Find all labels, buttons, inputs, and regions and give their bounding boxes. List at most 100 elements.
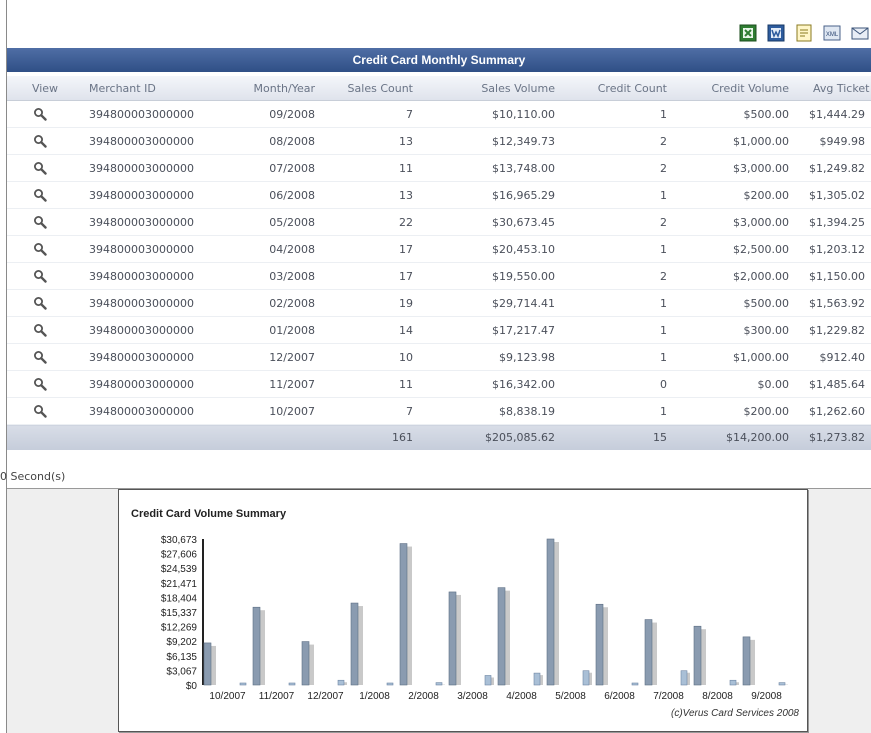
sales-volume-bar xyxy=(448,591,457,686)
table-row: 394800003000000 08/2008 13 $12,349.73 2 $1,00… xyxy=(7,127,871,155)
col-header-avg-ticket[interactable]: Avg Ticket xyxy=(795,76,871,101)
month-year-cell: 10/2007 xyxy=(223,397,321,425)
credit-count-cell: 2 xyxy=(561,262,673,290)
volume-chart: Credit Card Volume Summary $30,673 $27,60… xyxy=(118,489,808,732)
sales-count-cell: 11 xyxy=(321,370,419,398)
magnifier-icon[interactable] xyxy=(33,134,47,148)
sales-volume-cell: $9,123.98 xyxy=(419,343,561,371)
month-year-cell: 08/2008 xyxy=(223,127,321,155)
y-tick-label: $3,067 xyxy=(166,666,197,677)
x-tick-label: 5/2008 xyxy=(555,691,586,702)
total-credit-count: 15 xyxy=(561,424,673,450)
sales-count-cell: 7 xyxy=(321,397,419,425)
credit-volume-cell: $3,000.00 xyxy=(673,208,795,236)
col-header-sales-count[interactable]: Sales Count xyxy=(321,76,419,101)
merchant-id-cell: 394800003000000 xyxy=(83,397,223,425)
y-tick-label: $24,539 xyxy=(161,564,198,575)
magnifier-icon[interactable] xyxy=(33,161,47,175)
x-tick-label: 9/2008 xyxy=(751,691,782,702)
table-row: 394800003000000 05/2008 22 $30,673.45 2 $3,00… xyxy=(7,208,871,236)
magnifier-icon[interactable] xyxy=(33,296,47,310)
view-cell xyxy=(7,100,83,128)
x-tick-label: 4/2008 xyxy=(506,691,537,702)
sales-volume-cell: $20,453.10 xyxy=(419,235,561,263)
sales-volume-cell: $8,838.19 xyxy=(419,397,561,425)
merchant-id-cell: 394800003000000 xyxy=(83,154,223,182)
x-tick-label: 8/2008 xyxy=(702,691,733,702)
sales-count-cell: 7 xyxy=(321,100,419,128)
total-avg-ticket: $1,273.82 xyxy=(795,424,871,450)
merchant-id-cell: 394800003000000 xyxy=(83,235,223,263)
avg-ticket-cell: $1,563.92 xyxy=(795,289,871,317)
view-cell xyxy=(7,154,83,182)
credit-count-cell: 1 xyxy=(561,397,673,425)
col-header-credit-volume[interactable]: Credit Volume xyxy=(673,76,795,101)
sales-volume-bar xyxy=(399,543,408,686)
email-icon[interactable] xyxy=(849,22,871,44)
sales-volume-cell: $10,110.00 xyxy=(419,100,561,128)
credit-volume-cell: $1,000.00 xyxy=(673,127,795,155)
col-header-sales-volume[interactable]: Sales Volume xyxy=(419,76,561,101)
magnifier-icon[interactable] xyxy=(33,323,47,337)
month-year-cell: 11/2007 xyxy=(223,370,321,398)
magnifier-icon[interactable] xyxy=(33,269,47,283)
sales-count-cell: 13 xyxy=(321,127,419,155)
y-tick-label: $18,404 xyxy=(161,593,198,604)
avg-ticket-cell: $1,150.00 xyxy=(795,262,871,290)
excel-icon[interactable] xyxy=(737,22,759,44)
sales-volume-bar xyxy=(203,642,212,686)
merchant-id-cell: 394800003000000 xyxy=(83,289,223,317)
x-tick-label: 6/2008 xyxy=(604,691,635,702)
y-tick-label: $27,606 xyxy=(161,550,198,561)
sales-volume-bar xyxy=(497,587,506,686)
xml-icon[interactable]: XML xyxy=(821,22,843,44)
word-icon[interactable] xyxy=(765,22,787,44)
magnifier-icon[interactable] xyxy=(33,404,47,418)
avg-ticket-cell: $1,394.25 xyxy=(795,208,871,236)
magnifier-icon[interactable] xyxy=(33,215,47,229)
sales-volume-bar xyxy=(301,641,310,686)
sales-volume-bar xyxy=(595,603,604,686)
view-cell xyxy=(7,397,83,425)
magnifier-icon[interactable] xyxy=(33,350,47,364)
magnifier-icon[interactable] xyxy=(33,242,47,256)
credit-volume-bar xyxy=(729,679,737,686)
sales-count-cell: 19 xyxy=(321,289,419,317)
sales-count-cell: 10 xyxy=(321,343,419,371)
col-header-view[interactable]: View xyxy=(7,76,83,101)
sales-count-cell: 11 xyxy=(321,154,419,182)
y-tick-label: $12,269 xyxy=(161,623,198,634)
magnifier-icon[interactable] xyxy=(33,107,47,121)
magnifier-icon[interactable] xyxy=(33,377,47,391)
x-tick-label: 10/2007 xyxy=(209,691,246,702)
total-sales-count: 161 xyxy=(321,424,419,450)
avg-ticket-cell: $1,203.12 xyxy=(795,235,871,263)
table-row: 394800003000000 06/2008 13 $16,965.29 1 $200.… xyxy=(7,181,871,209)
col-header-credit-count[interactable]: Credit Count xyxy=(561,76,673,101)
xml-icon-label: XML xyxy=(826,32,839,38)
merchant-id-cell: 394800003000000 xyxy=(83,181,223,209)
y-tick-label: $9,202 xyxy=(166,637,197,648)
sales-count-cell: 17 xyxy=(321,235,419,263)
credit-volume-bar xyxy=(631,682,639,686)
x-tick-label: 1/2008 xyxy=(359,691,390,702)
sales-volume-bar xyxy=(644,619,653,686)
credit-count-cell: 1 xyxy=(561,100,673,128)
sales-count-cell: 22 xyxy=(321,208,419,236)
credit-count-cell: 1 xyxy=(561,235,673,263)
view-cell xyxy=(7,316,83,344)
chart-canvas: $30,673 $27,606 $24,539 $21,471 $18,404 $15,3… xyxy=(161,535,788,702)
merchant-id-cell: 394800003000000 xyxy=(83,100,223,128)
credit-volume-cell: $0.00 xyxy=(673,370,795,398)
col-header-month-year[interactable]: Month/Year xyxy=(223,76,321,101)
sales-volume-bar xyxy=(693,625,702,686)
sales-volume-cell: $29,714.41 xyxy=(419,289,561,317)
merchant-id-cell: 394800003000000 xyxy=(83,343,223,371)
document-icon[interactable] xyxy=(793,22,815,44)
merchant-id-cell: 394800003000000 xyxy=(83,316,223,344)
x-tick-label: 2/2008 xyxy=(408,691,439,702)
report-title: Credit Card Monthly Summary xyxy=(7,48,871,72)
magnifier-icon[interactable] xyxy=(33,188,47,202)
col-header-merchant-id[interactable]: Merchant ID xyxy=(83,76,223,101)
credit-count-cell: 1 xyxy=(561,181,673,209)
